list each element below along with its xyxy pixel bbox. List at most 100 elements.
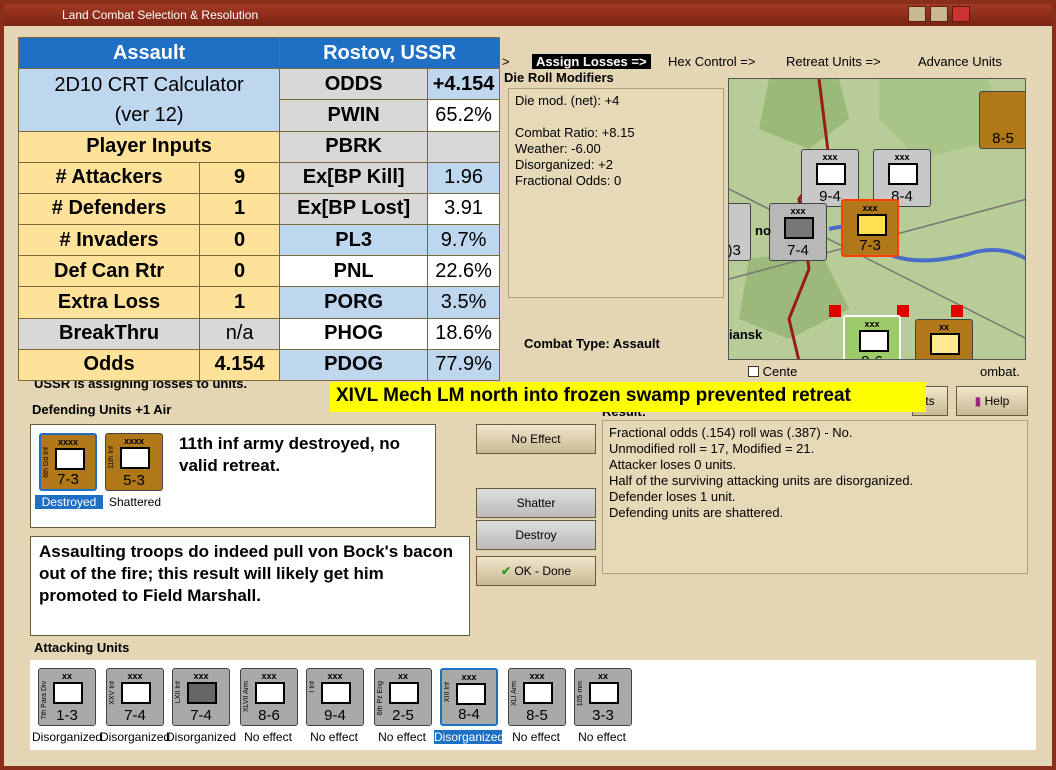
infantry-symbol-icon: [121, 682, 151, 704]
close-button[interactable]: [952, 6, 970, 22]
attacker-unit[interactable]: xx 105 mm 3-3: [574, 668, 632, 726]
in-label-odds: Odds: [17, 348, 201, 382]
die-roll-panel: Die mod. (net): +4 Combat Ratio: +8.15 W…: [508, 88, 724, 298]
unit-size: xx: [938, 322, 949, 332]
unit-size: xxx: [822, 152, 838, 162]
in-label-invaders: # Invaders: [17, 224, 201, 257]
result-line: Unmodified roll = 17, Modified = 21.: [609, 441, 815, 456]
in-value-odds: 4.154: [199, 348, 281, 382]
map-view[interactable]: xxx9-4 xxx8-4 xxx7-4 xxx7-3 xxx8-6 xx3-5…: [728, 78, 1026, 360]
unit-strength: 5-3: [123, 472, 145, 489]
map-unit-partial-right[interactable]: 8-5: [979, 91, 1025, 149]
no-effect-button[interactable]: No Effect: [476, 424, 596, 454]
in-label-def-can-rtr: Def Can Rtr: [17, 255, 201, 288]
weather-line: Weather: -6.00: [515, 141, 601, 156]
map-unit-7-4[interactable]: xxx 7-4: [769, 203, 827, 261]
defender-status-destroyed: Destroyed: [35, 495, 103, 509]
infantry-symbol-icon: [784, 217, 814, 239]
in-label-defenders: # Defenders: [17, 192, 201, 226]
explosion-icon: [857, 214, 887, 236]
calc-location: Rostov, USSR: [279, 36, 500, 70]
unit-size: xxx: [864, 319, 880, 329]
attacker-status: Disorganized: [166, 730, 237, 744]
attacker-unit[interactable]: xx 6th Pz Eng 2-5: [374, 668, 432, 726]
unit-strength: 8-6: [258, 707, 280, 724]
in-value-invaders[interactable]: 0: [199, 224, 281, 257]
disorganized-line: Disorganized: +2: [515, 157, 613, 172]
attacker-unit[interactable]: xxx LXII Inf 7-4: [172, 668, 230, 726]
checkmark-icon: ✔: [500, 564, 511, 578]
tab-assign-losses[interactable]: Assign Losses =>: [532, 54, 651, 69]
in-value-attackers[interactable]: 9: [199, 161, 281, 194]
combat-type-key: Combat Type:: [524, 336, 610, 351]
shatter-button[interactable]: Shatter: [476, 488, 596, 518]
destroy-button[interactable]: Destroy: [476, 520, 596, 550]
armor-symbol-icon: [859, 330, 889, 352]
combat-window: Land Combat Selection & Resolution > Ass…: [0, 0, 1056, 770]
defender-note: 11th inf army destroyed, no valid retrea…: [179, 434, 401, 475]
help-button[interactable]: ▮ Help: [956, 386, 1028, 416]
attacker-status: Disorganized: [434, 730, 505, 744]
out-value-pbrk: [427, 130, 500, 163]
map-unit-8-6[interactable]: xxx 8-6: [843, 315, 901, 359]
attacker-status: Disorganized: [100, 730, 171, 744]
map-unit-partial-left[interactable]: 3)3: [729, 203, 751, 261]
center-checkbox-row[interactable]: Cente: [748, 364, 797, 379]
unit-strength: 3-5: [916, 358, 972, 359]
map-town-label: iansk: [729, 327, 763, 342]
infantry-symbol-icon: [55, 448, 85, 470]
fractional-odds-line: Fractional Odds: 0: [515, 173, 622, 188]
defending-units-panel: xxxx 6th Gd Inf 7-3 Destroyed xxxx 11th Inf…: [30, 424, 436, 528]
tab-advance-units[interactable]: Advance Units: [918, 54, 1002, 69]
maximize-button[interactable]: [930, 6, 948, 22]
attacker-unit[interactable]: xxx I Inf 9-4: [306, 668, 364, 726]
out-value-pwin: 65.2%: [427, 99, 500, 132]
in-value-def-can-rtr[interactable]: 0: [199, 255, 281, 288]
title-bar: Land Combat Selection & Resolution: [4, 4, 1052, 26]
map-unit-3-5[interactable]: xx 3-5: [915, 319, 973, 359]
combat-type-value: Assault: [612, 336, 660, 351]
attacker-unit[interactable]: xx 7th Para Div 1-3: [38, 668, 96, 726]
out-label-odds: ODDS: [279, 68, 429, 101]
unit-size: xxxx: [57, 437, 79, 447]
unit-strength: 7-4: [190, 707, 212, 724]
combat-type-label: Combat Type: Assault: [524, 336, 660, 351]
player-inputs-header: Player Inputs: [17, 130, 281, 163]
unit-strength: 1-3: [56, 707, 78, 724]
out-value-bp-lost: 3.91: [427, 192, 500, 226]
ok-done-button[interactable]: ✔ OK - Done: [476, 556, 596, 586]
annotation-banner: XIVL Mech LM north into frozen swamp pre…: [330, 382, 926, 412]
out-label-pdog: PDOG: [279, 348, 429, 382]
attacker-status: No effect: [378, 730, 426, 744]
unit-strength: 7-4: [787, 242, 809, 259]
attacker-unit[interactable]: xxx XLVII Arm 8-6: [240, 668, 298, 726]
unit-size: xxxx: [123, 436, 145, 446]
out-value-pnl: 22.6%: [427, 255, 500, 288]
attacker-unit[interactable]: xxx XLI Arm 8-5: [508, 668, 566, 726]
unit-strength: 8-5: [526, 707, 548, 724]
defender-unit-11th[interactable]: xxxx 11th Inf 5-3: [105, 433, 163, 491]
out-label-pwin: PWIN: [279, 99, 429, 132]
crt-calculator: Assault Rostov, USSR 2D10 CRT Calculator…: [17, 36, 500, 382]
minimize-button[interactable]: [908, 6, 926, 22]
tab-hex-control[interactable]: Hex Control =>: [668, 54, 755, 69]
infantry-symbol-icon: [456, 683, 486, 705]
in-value-extra-loss[interactable]: 1: [199, 286, 281, 319]
die-mod-line: Die mod. (net): +4: [515, 93, 620, 108]
tab-retreat-units[interactable]: Retreat Units =>: [786, 54, 881, 69]
center-label: Cente: [762, 364, 798, 379]
result-line: Attacker loses 0 units.: [609, 457, 737, 472]
defender-unit-6th-gd[interactable]: xxxx 6th Gd Inf 7-3: [39, 433, 97, 491]
unit-size: xxx: [461, 672, 477, 682]
attacker-unit-selected[interactable]: xxx XIII Inf 8-4: [440, 668, 498, 726]
in-value-defenders[interactable]: 1: [199, 192, 281, 226]
in-label-attackers: # Attackers: [17, 161, 201, 194]
tab-prev[interactable]: >: [502, 54, 510, 69]
help-label: Help: [984, 394, 1010, 408]
map-unit-7-3-target[interactable]: xxx 7-3: [841, 199, 899, 257]
out-label-porg: PORG: [279, 286, 429, 319]
attacker-unit[interactable]: xxx XXV Inf 7-4: [106, 668, 164, 726]
combat-ratio-line: Combat Ratio: +8.15: [515, 125, 635, 140]
unit-name: LXII Inf: [175, 681, 182, 704]
center-checkbox[interactable]: [748, 366, 759, 377]
